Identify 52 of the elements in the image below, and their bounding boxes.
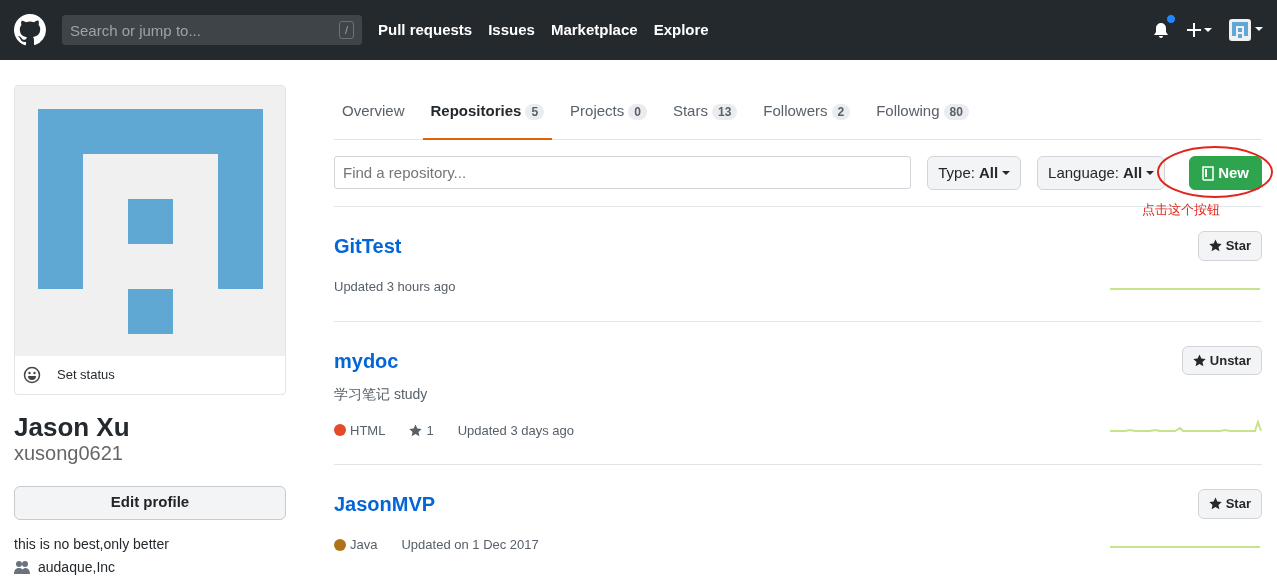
profile-tab[interactable]: Followers 2: [755, 85, 859, 140]
shortcut-key: /: [338, 21, 354, 39]
set-status-button[interactable]: Set status: [15, 356, 285, 394]
language-label: HTML: [350, 421, 386, 440]
star-button[interactable]: Star: [1197, 231, 1262, 261]
edit-profile-button[interactable]: Edit profile: [14, 485, 286, 520]
avatar-dropdown-icon[interactable]: [1229, 19, 1263, 41]
language-dropdown[interactable]: Language: All: [1037, 156, 1166, 190]
nav-link[interactable]: Marketplace: [550, 18, 638, 42]
caret-icon: [1146, 171, 1155, 175]
updated-time: Updated 3 hours ago: [334, 278, 456, 296]
tab-count: 13: [711, 104, 738, 121]
annotation-text: 点击这个按钮: [1142, 201, 1220, 219]
profile-tab[interactable]: Overview: [334, 85, 413, 140]
repository-link[interactable]: JasonMVP: [334, 493, 436, 515]
octocat-logo[interactable]: [14, 14, 46, 46]
profile-name: Jason Xu: [14, 413, 131, 442]
tab-count: 2: [831, 104, 851, 121]
repository-link[interactable]: GitTest: [334, 235, 402, 257]
smiley-icon: [23, 366, 41, 384]
star-count-icon: [409, 423, 423, 437]
profile-tab[interactable]: Following 80: [868, 85, 977, 140]
username: xusong0621: [14, 441, 124, 464]
profile-tab[interactable]: Stars 13: [664, 85, 746, 140]
organization-text: audaque,Inc: [38, 557, 116, 577]
stargazers-link[interactable]: 1: [409, 420, 434, 440]
bell-icon[interactable]: [1153, 22, 1169, 40]
book-icon: [1202, 165, 1215, 181]
caret-icon: [1002, 171, 1011, 175]
repository-description: 学习笔记 study: [334, 384, 429, 404]
nav-link[interactable]: Pull requests: [378, 18, 473, 42]
nav-link[interactable]: Issues: [488, 18, 535, 42]
updated-time: Updated on 1 Dec 2017: [401, 536, 539, 554]
repository-link[interactable]: mydoc: [334, 349, 399, 372]
star-button[interactable]: Star: [1197, 489, 1262, 519]
nav-link[interactable]: Explore: [653, 18, 709, 42]
type-dropdown[interactable]: Type: All: [927, 156, 1022, 190]
star-icon: [1192, 353, 1206, 367]
tab-count: 5: [525, 104, 545, 121]
find-repository-field[interactable]: Find a repository...: [334, 156, 912, 189]
plus-dropdown-icon[interactable]: [1187, 23, 1213, 37]
bio-text: this is no best,only better: [14, 534, 170, 554]
star-button[interactable]: Unstar: [1181, 345, 1262, 375]
updated-time: Updated 3 days ago: [457, 421, 574, 440]
tab-count: 80: [943, 104, 969, 121]
profile-tab[interactable]: Projects 0: [562, 85, 655, 140]
star-icon: [1208, 239, 1222, 253]
profile-tab[interactable]: Repositories 5: [422, 85, 553, 140]
star-icon: [1208, 497, 1222, 511]
tab-count: 0: [628, 104, 647, 121]
language-label: Java: [350, 536, 378, 554]
people-icon: [14, 560, 30, 575]
